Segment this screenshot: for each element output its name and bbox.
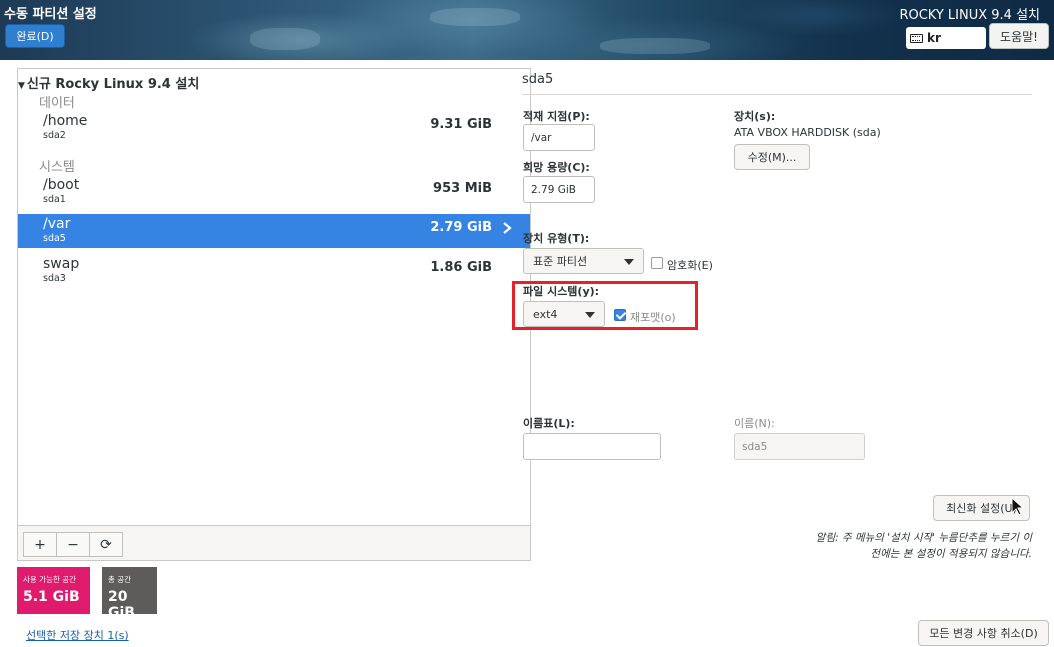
partition-mount: swap: [43, 256, 80, 272]
partition-tree-panel: ▼ 신규 Rocky Linux 9.4 설치 데이터 /home sda2 9.…: [17, 68, 531, 561]
available-space-value: 5.1 GiB: [23, 589, 80, 605]
install-title: ROCKY LINUX 9.4 설치: [899, 8, 1040, 23]
header-texture-spot: [600, 38, 710, 54]
group-label-system: 시스템: [39, 160, 75, 175]
header-bar: 수동 파티션 설정 완료(D) ROCKY LINUX 9.4 설치 kr 도움…: [0, 0, 1054, 60]
keyboard-layout-label: kr: [927, 31, 941, 45]
total-space-box: 총 공간 20 GiB: [102, 567, 157, 621]
help-button[interactable]: 도움말!: [989, 23, 1049, 49]
available-space-label: 사용 가능한 공간: [23, 575, 77, 584]
modify-button[interactable]: 수정(M)...: [734, 144, 810, 170]
apply-notice-line1: 알림: 주 메뉴의 '설치 시작' 누름단추를 누르기 이: [815, 532, 1032, 544]
mouse-pointer-icon: [1011, 497, 1025, 516]
refresh-button[interactable]: ⟳: [89, 532, 123, 557]
header-texture-spot: [250, 28, 320, 50]
partition-item-var[interactable]: /var sda5 2.79 GiB: [18, 214, 530, 248]
reset-all-button[interactable]: 모든 변경 사항 취소(D): [918, 620, 1049, 646]
chevron-right-icon: [503, 222, 512, 234]
group-label-data: 데이터: [39, 96, 75, 111]
installation-heading: 신규 Rocky Linux 9.4 설치: [26, 77, 200, 92]
filesystem-highlight-box: [512, 281, 698, 330]
partition-mount: /boot: [43, 177, 80, 193]
mount-point-label: 적재 지점(P):: [523, 110, 590, 123]
total-space-value: 20 GiB: [108, 589, 135, 621]
mount-point-field[interactable]: /var: [523, 124, 595, 151]
page-title: 수동 파티션 설정: [4, 7, 97, 22]
keyboard-layout-indicator[interactable]: kr: [906, 27, 986, 49]
partition-toolbar: + − ⟳: [18, 525, 530, 560]
partition-mount: /home: [43, 113, 88, 129]
encrypt-checkbox[interactable]: [651, 257, 663, 269]
apply-notice: 알림: 주 메뉴의 '설치 시작' 누름단추를 누르기 이 전에는 본 설정이 …: [752, 530, 1032, 562]
remove-partition-button[interactable]: −: [56, 532, 90, 557]
partition-size: 1.86 GiB: [430, 260, 492, 275]
devices-value: ATA VBOX HARDDISK (sda): [734, 126, 881, 139]
done-button[interactable]: 완료(D): [5, 24, 65, 48]
partition-device: sda1: [43, 194, 66, 205]
available-space-box: 사용 가능한 공간 5.1 GiB: [17, 567, 90, 614]
keyboard-icon: [910, 33, 923, 43]
label-field[interactable]: [523, 433, 661, 460]
name-field: sda5: [734, 433, 865, 460]
desired-capacity-field[interactable]: 2.79 GiB: [523, 176, 595, 203]
total-space-label: 총 공간: [108, 575, 132, 584]
encrypt-label[interactable]: 암호화(E): [667, 257, 713, 273]
partition-size: 9.31 GiB: [430, 117, 492, 132]
partition-size: 2.79 GiB: [430, 220, 492, 235]
devices-label: 장치(s):: [734, 110, 776, 123]
detail-separator: [522, 94, 1032, 95]
expand-triangle-icon[interactable]: ▼: [18, 81, 25, 91]
header-texture-spot: [430, 8, 520, 26]
partition-size: 953 MiB: [433, 181, 492, 196]
device-type-value: 표준 파티션: [533, 255, 588, 268]
header-background: [0, 0, 1054, 60]
device-type-dropdown[interactable]: 표준 파티션: [523, 248, 644, 274]
label-label: 이름표(L):: [523, 417, 575, 430]
partition-device: sda2: [43, 130, 66, 141]
partition-device: sda5: [43, 233, 66, 244]
partition-item-swap[interactable]: swap sda3 1.86 GiB: [18, 254, 530, 288]
partition-item-home[interactable]: /home sda2 9.31 GiB: [18, 111, 530, 145]
partition-item-boot[interactable]: /boot sda1 953 MiB: [18, 175, 530, 209]
partition-device: sda3: [43, 273, 66, 284]
name-label: 이름(N):: [734, 417, 775, 430]
add-partition-button[interactable]: +: [23, 532, 57, 557]
dropdown-arrow-icon: [624, 259, 634, 265]
apply-notice-line2: 전에는 본 설정이 적용되지 않습니다.: [870, 548, 1032, 560]
selected-storage-link[interactable]: 선택한 저장 장치 1(s): [26, 627, 129, 643]
installation-group[interactable]: ▼ 신규 Rocky Linux 9.4 설치: [18, 73, 199, 92]
desired-capacity-label: 희망 용량(C):: [523, 161, 590, 174]
detail-title: sda5: [522, 72, 554, 87]
partition-mount: /var: [43, 216, 71, 232]
device-type-label: 장치 유형(T):: [523, 232, 590, 245]
